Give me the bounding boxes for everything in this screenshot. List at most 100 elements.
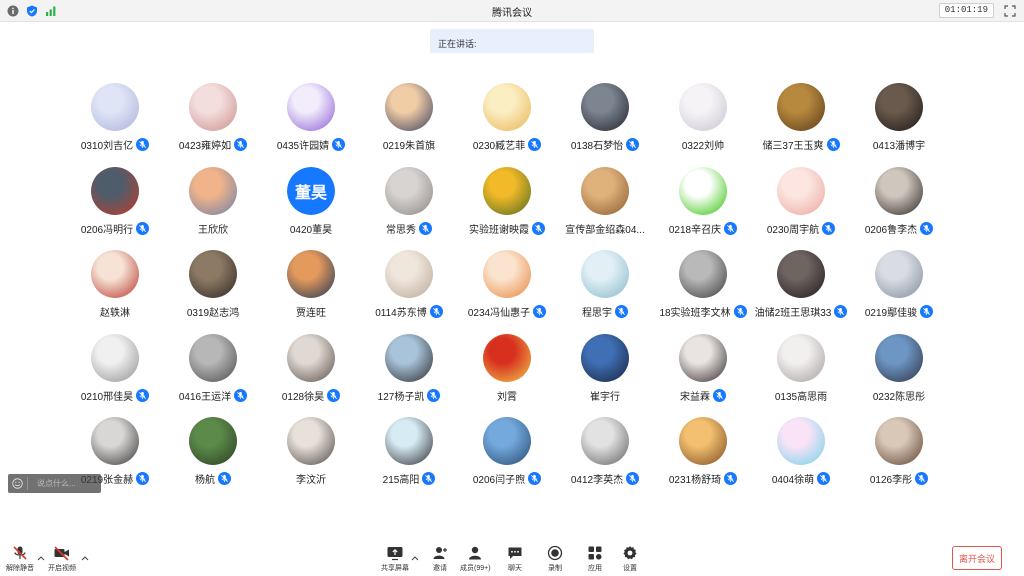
- participant-tile[interactable]: 宋益霖: [654, 333, 752, 417]
- participant-tile[interactable]: 0128徐昊: [262, 333, 360, 417]
- participant-tile[interactable]: 杨航: [164, 416, 262, 500]
- participant-tile[interactable]: 程思宇: [556, 249, 654, 333]
- chat-button[interactable]: 聊天: [505, 544, 525, 573]
- participant-name: 崔宇行: [590, 391, 620, 403]
- avatar: [385, 250, 433, 298]
- participant-tile[interactable]: 王欣欣: [164, 166, 262, 250]
- avatar: [679, 83, 727, 131]
- participant-tile[interactable]: 刘霄: [458, 333, 556, 417]
- participant-tile[interactable]: 赵轶淋: [66, 249, 164, 333]
- chevron-up-icon[interactable]: [411, 554, 419, 562]
- participant-name-row: 储三37王玉爽: [752, 137, 850, 152]
- participant-tile[interactable]: 崔宇行: [556, 333, 654, 417]
- share-screen-button[interactable]: 共享屏幕: [381, 544, 409, 573]
- participant-tile[interactable]: 实验班谢映霞: [458, 166, 556, 250]
- participant-name: 18实验班李文林: [659, 308, 731, 319]
- participant-tile[interactable]: 0218辛召庆: [654, 166, 752, 250]
- chevron-up-icon[interactable]: [37, 554, 45, 562]
- avatar: [287, 333, 335, 382]
- participant-name-row: 贾连旺: [262, 304, 360, 319]
- participant-tile[interactable]: 李汶沂: [262, 416, 360, 500]
- chevron-up-icon[interactable]: [81, 554, 89, 562]
- members-button[interactable]: 成员(99+): [460, 544, 491, 573]
- avatar: [875, 250, 923, 298]
- participant-name: 0416王运洋: [178, 391, 232, 403]
- participant-tile[interactable]: 0416王运洋: [164, 333, 262, 417]
- participant-tile[interactable]: 0423雍婷如: [164, 82, 262, 166]
- unmute-button[interactable]: 解除静音: [6, 544, 34, 573]
- start-video-label: 开启视频: [48, 565, 76, 572]
- participant-tile[interactable]: 0435许园婧: [262, 82, 360, 166]
- participant-tile[interactable]: 0413潘博宇: [850, 82, 948, 166]
- mic-muted-icon: [136, 388, 150, 402]
- leave-meeting-button[interactable]: 离开会议: [952, 546, 1002, 570]
- record-button[interactable]: 录制: [545, 544, 565, 573]
- participant-tile[interactable]: 0232陈思彤: [850, 333, 948, 417]
- mic-muted-icon: [822, 221, 836, 235]
- participant-tile[interactable]: 0404徐萌: [752, 416, 850, 500]
- mic-muted-icon: [920, 305, 934, 318]
- avatar: [385, 166, 433, 215]
- participant-name: 0310刘吉亿: [80, 141, 134, 152]
- start-video-button[interactable]: 开启视频: [48, 544, 76, 573]
- participant-tile[interactable]: 0230周宇航: [752, 166, 850, 250]
- participant-name-row: 18实验班李文林: [654, 304, 752, 319]
- participant-tile[interactable]: 0230臧艺菲: [458, 82, 556, 166]
- participant-name: 宣传部金绍森04...: [565, 224, 645, 236]
- participant-tile[interactable]: 0206鲁李杰: [850, 166, 948, 250]
- participant-tile[interactable]: 0114苏东博: [360, 249, 458, 333]
- participant-tile[interactable]: 0219鄢佳骏: [850, 249, 948, 333]
- participant-name-row: 赵轶淋: [66, 304, 164, 319]
- participant-tile[interactable]: 0310刘吉亿: [66, 82, 164, 166]
- invite-button[interactable]: 邀请: [430, 544, 450, 573]
- participant-tile[interactable]: 0210邢佳昊: [66, 333, 164, 417]
- fullscreen-icon[interactable]: [1002, 3, 1018, 19]
- participant-tile[interactable]: 贾连旺: [262, 249, 360, 333]
- participant-tile[interactable]: 18实验班李文林: [654, 249, 752, 333]
- participant-tile[interactable]: 215高阳: [360, 416, 458, 500]
- participant-name-row: 0206鲁李杰: [850, 221, 948, 236]
- participant-tile[interactable]: 董昊 0420董昊: [262, 166, 360, 250]
- participant-tile[interactable]: 0135高思雨: [752, 333, 850, 417]
- participant-tile[interactable]: 宣传部金绍森04...: [556, 166, 654, 250]
- apps-button[interactable]: 应用: [585, 544, 605, 573]
- participant-tile[interactable]: 0231杨舒琦: [654, 416, 752, 500]
- participant-name-row: 0322刘帅: [654, 137, 752, 152]
- participant-tile[interactable]: 0234冯仙惠子: [458, 249, 556, 333]
- mic-muted-icon: [332, 138, 346, 151]
- participant-tile[interactable]: 油储2班王思琪33: [752, 249, 850, 333]
- avatar: [875, 83, 923, 131]
- participant-name-row: 0230臧艺菲: [458, 137, 556, 152]
- participant-name-row: 崔宇行: [556, 388, 654, 403]
- participant-name-row: 0206闫子煦: [458, 471, 556, 486]
- mic-muted-icon: [915, 472, 929, 485]
- participant-tile[interactable]: 0322刘帅: [654, 82, 752, 166]
- participant-tile[interactable]: 0138石梦怡: [556, 82, 654, 166]
- avatar: [483, 250, 531, 298]
- participant-tile[interactable]: 0206闫子煦: [458, 416, 556, 500]
- participant-tile[interactable]: 0219朱首旗: [360, 82, 458, 166]
- participant-name: 0219鄢佳骏: [864, 308, 918, 319]
- participant-tile[interactable]: 0126李彤: [850, 416, 948, 500]
- avatar: [483, 333, 531, 382]
- avatar: [483, 83, 531, 131]
- avatar: [875, 417, 923, 465]
- participant-tile[interactable]: 常思秀: [360, 166, 458, 250]
- mic-muted-icon: [817, 472, 831, 485]
- mic-muted-icon: [626, 138, 640, 151]
- participant-name: 0420董昊: [289, 224, 333, 236]
- settings-button[interactable]: 设置: [620, 544, 640, 573]
- participant-name: 实验班谢映霞: [469, 224, 529, 236]
- window-title: 腾讯会议: [492, 8, 532, 19]
- participant-name-row: 0206冯明行: [66, 221, 164, 236]
- chat-label: 聊天: [508, 565, 522, 572]
- avatar: [189, 417, 237, 465]
- participant-tile[interactable]: 0319赵志鸿: [164, 249, 262, 333]
- participant-tile[interactable]: 0412李英杰: [556, 416, 654, 500]
- participant-tile[interactable]: 0206冯明行: [66, 166, 164, 250]
- chat-input[interactable]: [28, 479, 96, 488]
- emoji-icon[interactable]: [8, 477, 28, 490]
- participant-tile[interactable]: 储三37王玉爽: [752, 82, 850, 166]
- avatar: [91, 333, 139, 382]
- participant-tile[interactable]: 127杨子凯: [360, 333, 458, 417]
